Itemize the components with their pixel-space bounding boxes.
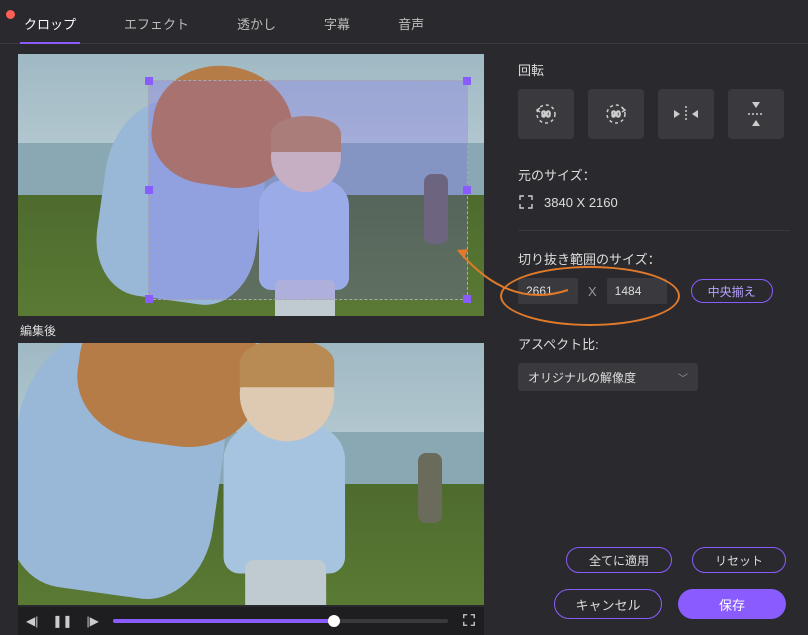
crop-handle-tr[interactable]: [463, 77, 471, 85]
timeline-slider[interactable]: [113, 619, 448, 623]
crop-handle-r[interactable]: [463, 186, 471, 194]
crop-handle-tl[interactable]: [145, 77, 153, 85]
rotate-ccw-button[interactable]: 90: [518, 89, 574, 139]
expand-icon: [518, 194, 534, 210]
reset-button[interactable]: リセット: [692, 547, 786, 573]
crop-handle-bl[interactable]: [145, 295, 153, 303]
tab-effect[interactable]: エフェクト: [120, 8, 193, 43]
after-label: 編集後: [20, 322, 488, 339]
crop-preview[interactable]: [18, 54, 484, 316]
crop-handle-l[interactable]: [145, 186, 153, 194]
aspect-ratio-select[interactable]: オリジナルの解像度 ﹀: [518, 363, 698, 391]
flip-horizontal-button[interactable]: [658, 89, 714, 139]
crop-height-input[interactable]: [607, 278, 667, 304]
crop-width-input[interactable]: [518, 278, 578, 304]
tab-subtitle[interactable]: 字幕: [320, 8, 354, 43]
crop-rectangle[interactable]: [148, 80, 468, 300]
svg-text:90: 90: [542, 110, 551, 119]
playback-controls: ◀| ❚❚ |▶: [18, 607, 484, 635]
tab-bar: クロップ エフェクト 透かし 字幕 音声: [0, 0, 808, 44]
chevron-down-icon: ﹀: [678, 370, 688, 385]
flip-vertical-button[interactable]: [728, 89, 784, 139]
center-align-button[interactable]: 中央揃え: [691, 279, 773, 303]
save-button[interactable]: 保存: [678, 589, 786, 619]
original-size-label: 元のサイズ：: [518, 165, 790, 184]
rotate-cw-button[interactable]: 90: [588, 89, 644, 139]
crop-handle-br[interactable]: [463, 295, 471, 303]
tab-watermark[interactable]: 透かし: [233, 8, 280, 43]
x-separator: X: [584, 284, 601, 299]
tab-audio[interactable]: 音声: [394, 8, 428, 43]
crop-size-label: 切り抜き範囲のサイズ：: [518, 249, 790, 268]
original-size-value: 3840 X 2160: [544, 195, 618, 210]
aspect-ratio-label: アスペクト比:: [518, 334, 790, 353]
pause-button[interactable]: ❚❚: [52, 614, 72, 628]
tab-crop[interactable]: クロップ: [20, 8, 80, 43]
fullscreen-button[interactable]: [462, 613, 476, 630]
next-frame-button[interactable]: |▶: [86, 614, 98, 628]
aspect-ratio-value: オリジナルの解像度: [528, 369, 636, 386]
prev-frame-button[interactable]: ◀|: [26, 614, 38, 628]
after-preview: [18, 343, 484, 605]
cancel-button[interactable]: キャンセル: [554, 589, 662, 619]
rotate-label: 回転: [518, 60, 790, 79]
svg-text:90: 90: [612, 110, 621, 119]
apply-all-button[interactable]: 全てに適用: [566, 547, 672, 573]
